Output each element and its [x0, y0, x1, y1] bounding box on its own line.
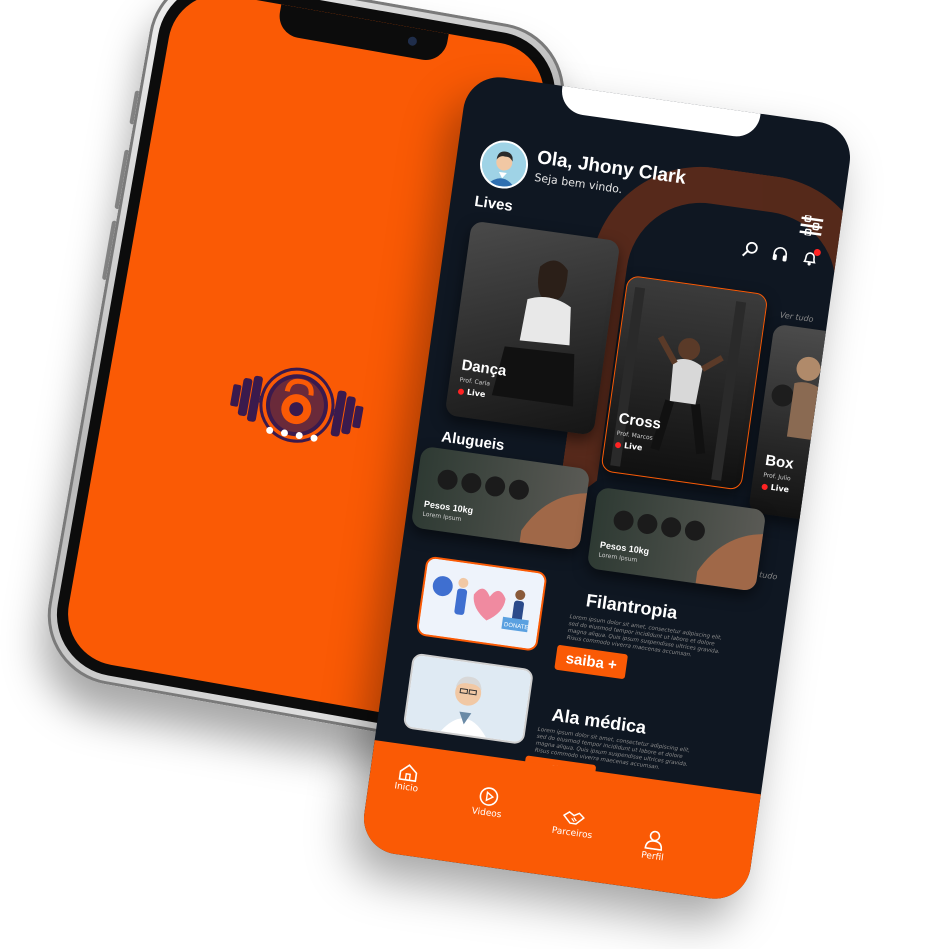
- nav-profile-label: Perfil: [640, 850, 665, 864]
- nav-home[interactable]: Inicio: [394, 762, 422, 795]
- front-camera: [407, 36, 418, 47]
- live-card-image: [491, 260, 575, 407]
- play-icon: [479, 787, 499, 806]
- handshake-icon: [563, 811, 586, 825]
- live-dot-icon: [761, 483, 769, 490]
- live-dot-icon: [457, 387, 465, 395]
- nav-videos-label: Videos: [470, 806, 502, 821]
- home-icon: [398, 764, 418, 783]
- loading-dot: [309, 434, 319, 443]
- notification-bell-icon[interactable]: [800, 248, 822, 271]
- lives-section-title: Lives: [473, 192, 514, 216]
- live-dot-icon: [614, 441, 622, 449]
- search-icon[interactable]: [741, 241, 760, 263]
- nav-partners-label: Parceiros: [551, 825, 593, 842]
- medical-image: [402, 652, 535, 745]
- live-card-image: [610, 286, 747, 481]
- loading-dot: [295, 431, 304, 440]
- philanthropy-learn-more-button[interactable]: saiba +: [554, 644, 629, 680]
- headphones-icon[interactable]: [771, 245, 790, 267]
- phone-notch: [558, 83, 761, 140]
- live-card[interactable]: Cross Prof. Marcos Live: [600, 274, 769, 491]
- loading-dot: [265, 426, 274, 435]
- loading-dot: [280, 428, 289, 438]
- nav-videos[interactable]: Videos: [470, 785, 505, 821]
- nav-partners[interactable]: Parceiros: [551, 806, 596, 841]
- menu-icon[interactable]: [799, 214, 824, 241]
- live-card[interactable]: Dança Prof. Carla Live: [444, 220, 621, 436]
- avatar[interactable]: [476, 137, 532, 192]
- nav-home-label: Inicio: [393, 781, 419, 795]
- philanthropy-image: DONATE: [415, 555, 548, 652]
- user-icon: [644, 830, 663, 851]
- nav-profile[interactable]: Perfil: [640, 829, 668, 864]
- kettlebell-barbell-icon: [219, 344, 374, 467]
